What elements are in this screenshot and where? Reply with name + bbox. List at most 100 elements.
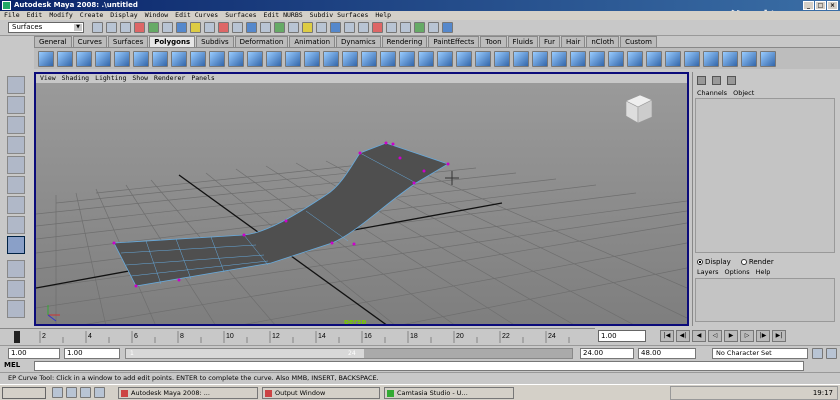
poly-cylinder-icon[interactable] <box>76 51 92 67</box>
vp-menu-view[interactable]: View <box>40 74 56 83</box>
menu-create[interactable]: Create <box>80 11 103 20</box>
go-to-end-icon[interactable]: ▶| <box>772 330 786 342</box>
append-icon[interactable] <box>418 51 434 67</box>
mirror-icon[interactable] <box>361 51 377 67</box>
tool-settings-toggle-icon[interactable] <box>727 76 736 85</box>
quicklaunch-desktop-icon[interactable] <box>66 387 77 398</box>
vp-menu-panels[interactable]: Panels <box>191 74 214 83</box>
mask-surfaces-icon[interactable] <box>218 22 229 33</box>
vp-menu-shading[interactable]: Shading <box>62 74 89 83</box>
poke-icon[interactable] <box>551 51 567 67</box>
live-surface-icon[interactable] <box>372 22 383 33</box>
highlight-selection-icon[interactable] <box>302 22 313 33</box>
soft-mod-tool-icon[interactable] <box>7 216 25 234</box>
lock-selection-icon[interactable] <box>288 22 299 33</box>
time-slider[interactable]: 2 4 6 8 10 12 14 16 18 20 22 24 <box>0 328 595 344</box>
tab-fluids[interactable]: Fluids <box>507 36 538 47</box>
playback-end-field[interactable]: 24.00 <box>580 348 634 359</box>
offset-edge-loop-icon[interactable] <box>475 51 491 67</box>
mask-deformers-icon[interactable] <box>232 22 243 33</box>
display-radio[interactable]: Display <box>697 258 731 266</box>
layer-help-menu[interactable]: Help <box>756 268 771 276</box>
tab-deformation[interactable]: Deformation <box>234 36 289 47</box>
harden-edge-icon[interactable] <box>646 51 662 67</box>
poly-pipe-icon[interactable] <box>190 51 206 67</box>
render-globals-icon[interactable] <box>428 22 439 33</box>
menu-subdiv-surfaces[interactable]: Subdiv Surfaces <box>310 11 369 20</box>
character-set-field[interactable]: No Character Set <box>712 348 808 359</box>
step-forward-frame-icon[interactable]: ▷ <box>740 330 754 342</box>
select-object-icon[interactable] <box>148 22 159 33</box>
playback-start-field[interactable]: 1.00 <box>64 348 120 359</box>
rotate-tool-icon[interactable] <box>7 156 25 174</box>
object-menu[interactable]: Object <box>733 89 754 97</box>
select-component-icon[interactable] <box>162 22 173 33</box>
taskbar-item-camtasia[interactable]: Camtasia Studio - U... <box>384 387 514 399</box>
poly-soccer-ball-icon[interactable] <box>228 51 244 67</box>
tab-ncloth[interactable]: nCloth <box>586 36 620 47</box>
extrude-icon[interactable] <box>380 51 396 67</box>
reverse-icon[interactable] <box>608 51 624 67</box>
combine-icon[interactable] <box>266 51 282 67</box>
minimize-icon[interactable]: _ <box>803 1 814 10</box>
ipr-render-icon[interactable] <box>414 22 425 33</box>
collapse-icon[interactable] <box>532 51 548 67</box>
menu-edit-curves[interactable]: Edit Curves <box>175 11 218 20</box>
perspective-viewport[interactable]: View Shading Lighting Show Renderer Pane… <box>34 72 689 326</box>
tab-dynamics[interactable]: Dynamics <box>336 36 381 47</box>
poly-torus-icon[interactable] <box>133 51 149 67</box>
animation-prefs-icon[interactable] <box>826 348 837 359</box>
close-icon[interactable]: × <box>827 1 838 10</box>
manipulator-tool-icon[interactable] <box>7 196 25 214</box>
animation-end-field[interactable]: 48.00 <box>638 348 696 359</box>
duplicate-face-icon[interactable] <box>589 51 605 67</box>
mask-dynamics-icon[interactable] <box>246 22 257 33</box>
move-tool-icon[interactable] <box>7 136 25 154</box>
vp-menu-show[interactable]: Show <box>132 74 148 83</box>
snap-curve-icon[interactable] <box>330 22 341 33</box>
boolean-icon[interactable] <box>342 51 358 67</box>
poly-cone-icon[interactable] <box>95 51 111 67</box>
cylindrical-map-icon[interactable] <box>703 51 719 67</box>
four-pane-layout-icon[interactable] <box>7 280 25 298</box>
merge-icon[interactable] <box>513 51 529 67</box>
tab-subdivs[interactable]: Subdivs <box>196 36 234 47</box>
lasso-tool-icon[interactable] <box>7 96 25 114</box>
menu-set-dropdown[interactable]: Surfaces ▼ <box>8 22 84 33</box>
poly-pyramid-icon[interactable] <box>171 51 187 67</box>
tab-animation[interactable]: Animation <box>289 36 336 47</box>
mask-misc-icon[interactable] <box>274 22 285 33</box>
menu-window[interactable]: Window <box>145 11 168 20</box>
two-pane-layout-icon[interactable] <box>7 300 25 318</box>
maximize-icon[interactable]: □ <box>815 1 826 10</box>
uv-editor-icon[interactable] <box>665 51 681 67</box>
planar-map-icon[interactable] <box>684 51 700 67</box>
quicklaunch-app-icon[interactable] <box>94 387 105 398</box>
menu-surfaces[interactable]: Surfaces <box>225 11 256 20</box>
taskbar-item-output[interactable]: Output Window <box>262 387 380 399</box>
tab-hair[interactable]: Hair <box>560 36 586 47</box>
poly-helix-icon[interactable] <box>209 51 225 67</box>
bevel-icon[interactable] <box>494 51 510 67</box>
menu-display[interactable]: Display <box>110 11 137 20</box>
menu-modify[interactable]: Modify <box>49 11 72 20</box>
channels-menu[interactable]: Channels <box>697 89 727 97</box>
scale-tool-icon[interactable] <box>7 176 25 194</box>
vp-menu-lighting[interactable]: Lighting <box>95 74 126 83</box>
mask-joints-icon[interactable] <box>190 22 201 33</box>
mask-rendering-icon[interactable] <box>260 22 271 33</box>
separate-icon[interactable] <box>285 51 301 67</box>
new-scene-icon[interactable] <box>92 22 103 33</box>
poly-sphere-icon[interactable] <box>38 51 54 67</box>
ep-curve-tool-icon[interactable] <box>7 236 25 254</box>
step-back-frame-icon[interactable]: ◀ <box>692 330 706 342</box>
tab-fur[interactable]: Fur <box>538 36 560 47</box>
menu-edit[interactable]: Edit <box>27 11 43 20</box>
mask-handles-icon[interactable] <box>176 22 187 33</box>
range-knob[interactable] <box>126 349 364 358</box>
vp-menu-renderer[interactable]: Renderer <box>154 74 185 83</box>
checker-icon[interactable] <box>760 51 776 67</box>
tab-painteffects[interactable]: PaintEffects <box>428 36 480 47</box>
mask-curves-icon[interactable] <box>204 22 215 33</box>
tab-custom[interactable]: Custom <box>620 36 657 47</box>
